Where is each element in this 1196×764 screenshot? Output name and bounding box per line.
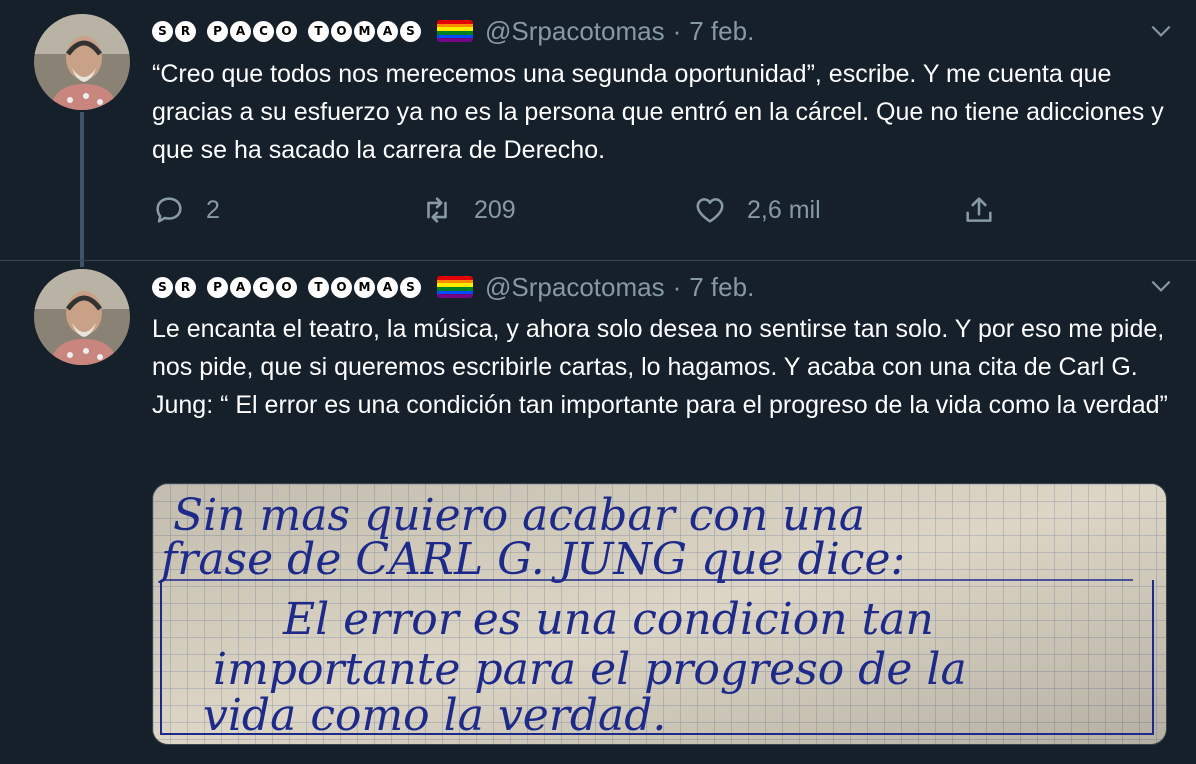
name-letter: A bbox=[230, 276, 251, 298]
tweet-date[interactable]: 7 feb. bbox=[689, 16, 754, 47]
share-button[interactable] bbox=[962, 190, 996, 230]
name-letter: S bbox=[400, 276, 421, 298]
handwritten-line: importante para el progreso de la bbox=[213, 644, 967, 695]
avatar-image bbox=[34, 14, 130, 110]
name-letter: A bbox=[377, 20, 398, 42]
heart-icon bbox=[696, 198, 724, 223]
tweet-header: S R P A C O T O M A S @Srpacotomas · 7 f… bbox=[152, 14, 754, 48]
handwritten-line: El error es una condicion tan bbox=[282, 594, 934, 645]
retweet-button[interactable]: 209 bbox=[420, 190, 516, 230]
handwritten-line: frase de CARL G. JUNG que dice: bbox=[158, 534, 905, 585]
display-name[interactable]: S R P A C O T O M A S bbox=[152, 20, 423, 42]
name-letter: R bbox=[175, 276, 196, 298]
handwritten-letter-image: Sin mas quiero acabar con una frase de C… bbox=[153, 484, 1166, 744]
name-letter: O bbox=[331, 20, 352, 42]
reply-icon bbox=[156, 197, 182, 223]
thread-line bbox=[80, 112, 84, 260]
tweet[interactable]: S R P A C O T O M A S @Srpacotomas · 7 f… bbox=[0, 0, 1196, 260]
display-name[interactable]: S R P A C O T O M A S bbox=[152, 276, 423, 298]
name-letter: T bbox=[308, 20, 329, 42]
name-letter: O bbox=[276, 276, 297, 298]
name-letter: S bbox=[152, 276, 173, 298]
author-handle[interactable]: @Srpacotomas bbox=[485, 16, 665, 47]
like-button[interactable]: 2,6 mil bbox=[693, 190, 821, 230]
name-letter: C bbox=[253, 276, 274, 298]
share-icon bbox=[966, 197, 992, 222]
name-letter: M bbox=[354, 276, 375, 298]
rainbow-flag-icon bbox=[437, 276, 473, 298]
name-letter: A bbox=[377, 276, 398, 298]
name-letter: P bbox=[207, 20, 228, 42]
avatar[interactable] bbox=[34, 14, 130, 110]
name-letter: P bbox=[207, 276, 228, 298]
separator: · bbox=[672, 15, 682, 46]
name-letter: A bbox=[230, 20, 251, 42]
tweet-header: S R P A C O T O M A S @Srpacotomas · 7 f… bbox=[152, 270, 754, 304]
name-letter: S bbox=[152, 20, 173, 42]
separator: · bbox=[672, 271, 682, 302]
name-letter: O bbox=[331, 276, 352, 298]
chevron-down-icon[interactable] bbox=[1148, 273, 1174, 299]
name-letter: R bbox=[175, 20, 196, 42]
avatar-image bbox=[34, 269, 130, 365]
retweet-count: 209 bbox=[474, 195, 516, 224]
rainbow-flag-icon bbox=[437, 20, 473, 42]
tweet-date[interactable]: 7 feb. bbox=[689, 272, 754, 303]
avatar[interactable] bbox=[34, 269, 130, 365]
retweet-icon bbox=[427, 197, 447, 223]
like-count: 2,6 mil bbox=[747, 195, 821, 224]
handwritten-line: vida como la verdad. bbox=[203, 690, 666, 741]
tweet[interactable]: S R P A C O T O M A S @Srpacotomas · 7 f… bbox=[0, 260, 1196, 764]
name-letter: M bbox=[354, 20, 375, 42]
chevron-down-icon[interactable] bbox=[1148, 18, 1174, 44]
tweet-photo[interactable]: Sin mas quiero acabar con una frase de C… bbox=[152, 483, 1167, 745]
name-letter: C bbox=[253, 20, 274, 42]
tweet-text: Le encanta el teatro, la música, y ahora… bbox=[152, 315, 1168, 419]
thread-line bbox=[80, 261, 84, 267]
reply-count: 2 bbox=[206, 195, 220, 224]
author-handle[interactable]: @Srpacotomas bbox=[485, 272, 665, 303]
reply-button[interactable]: 2 bbox=[152, 190, 220, 230]
name-letter: O bbox=[276, 20, 297, 42]
tweet-text: “Creo que todos nos merecemos una segund… bbox=[152, 60, 1164, 164]
tweet-actions: 2 209 2,6 mil bbox=[152, 190, 1012, 230]
name-letter: S bbox=[400, 20, 421, 42]
name-letter: T bbox=[308, 276, 329, 298]
